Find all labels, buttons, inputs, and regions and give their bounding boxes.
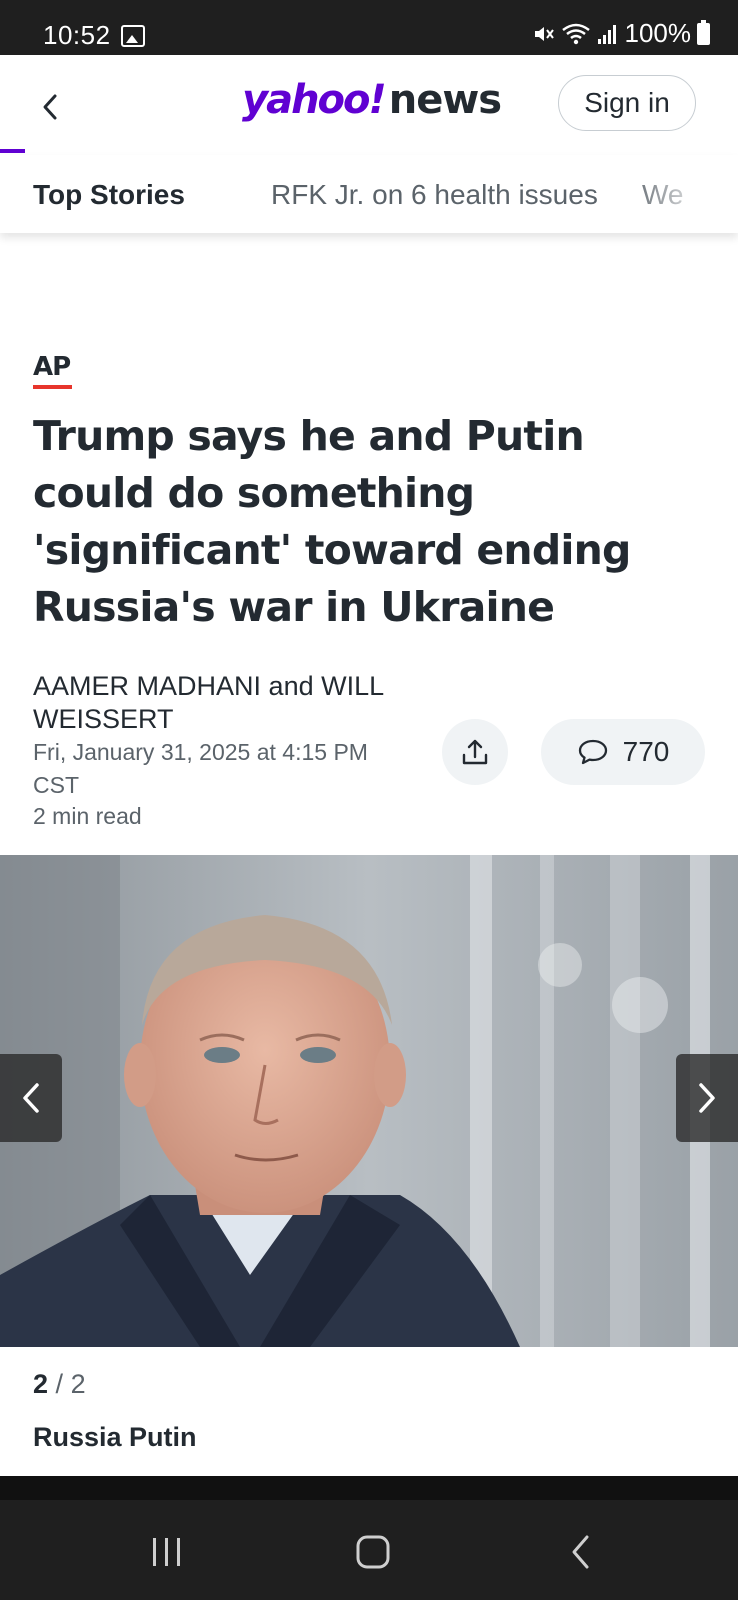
tab-next[interactable]: We (642, 179, 684, 211)
signal-icon (597, 24, 616, 44)
gallery-prev-button[interactable] (0, 1054, 62, 1142)
home-button[interactable] (348, 1530, 398, 1574)
author-1[interactable]: AAMER MADHANI (33, 671, 261, 701)
topic-tabs: Top Stories RFK Jr. on 6 health issues W… (0, 155, 738, 233)
logo-news: news (388, 77, 502, 123)
system-nav-bar (0, 1500, 738, 1600)
chevron-right-icon (699, 1083, 715, 1113)
image-icon (121, 25, 145, 47)
status-time: 10:52 (43, 20, 111, 50)
system-back-button[interactable] (556, 1530, 606, 1574)
tab-rfk-health[interactable]: RFK Jr. on 6 health issues (271, 179, 598, 211)
tab-top-stories[interactable]: Top Stories (33, 179, 185, 211)
publish-date: Fri, January 31, 2025 at 4:15 PM CST (33, 739, 368, 798)
read-time: 2 min read (33, 803, 142, 829)
byline: AAMER MADHANI and WILL WEISSERT (33, 670, 433, 736)
comment-icon (578, 739, 607, 765)
bottom-strip (0, 1476, 738, 1501)
photo-caption: Russia Putin (33, 1422, 197, 1452)
app-header: yahoo! news Sign in (0, 55, 738, 155)
gallery-next-button[interactable] (676, 1054, 738, 1142)
yahoo-news-logo[interactable]: yahoo! news (242, 77, 502, 133)
mute-icon (534, 26, 554, 41)
chevron-left-icon (23, 1083, 39, 1113)
battery-percent: 100% (624, 18, 692, 48)
status-icons: 100% (531, 18, 710, 49)
source-underline (33, 385, 72, 389)
logo-yahoo: yahoo! (242, 77, 387, 123)
back-button[interactable] (30, 87, 70, 127)
recent-apps-button[interactable] (142, 1530, 192, 1574)
photo-illustration (0, 855, 738, 1347)
source-logo[interactable]: AP (33, 352, 71, 382)
comment-count: 770 (622, 736, 670, 767)
share-button[interactable] (442, 719, 508, 785)
home-icon (356, 1535, 390, 1569)
gallery-total: 2 (70, 1369, 86, 1399)
gallery-counter: 2 / 2 (33, 1369, 86, 1400)
article-headline: Trump says he and Putin could do somethi… (33, 412, 631, 631)
chevron-left-icon (43, 94, 57, 120)
wifi-icon (561, 23, 590, 44)
back-icon (572, 1535, 589, 1569)
gallery-separator: / (55, 1369, 64, 1399)
recents-icon (153, 1538, 180, 1566)
comments-button[interactable]: 770 (541, 719, 705, 785)
byline-and: and (268, 671, 314, 701)
status-bar: 10:52 100% (0, 0, 738, 55)
sign-in-button[interactable]: Sign in (558, 75, 696, 131)
battery-icon (697, 19, 710, 45)
header-accent-bar (0, 149, 25, 153)
gallery-current: 2 (33, 1369, 49, 1399)
article-photo[interactable] (0, 855, 738, 1347)
share-icon (462, 739, 488, 765)
